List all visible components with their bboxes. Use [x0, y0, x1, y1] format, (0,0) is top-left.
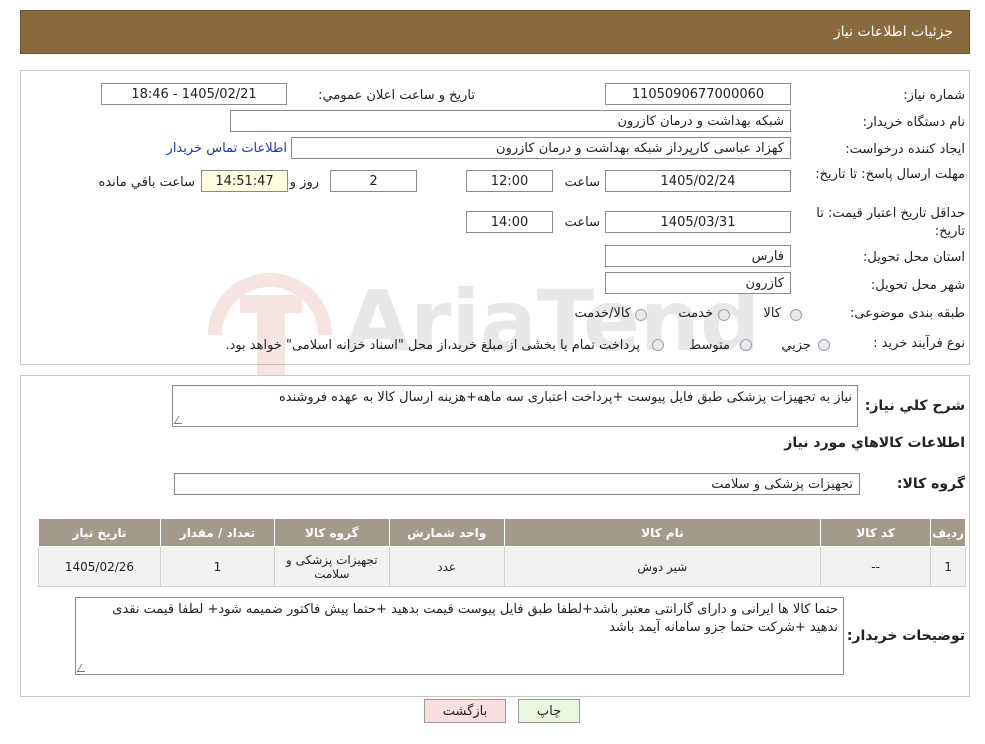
cell-code: --	[820, 546, 932, 587]
col-group: گروه کالا	[273, 518, 390, 547]
announce-label: تاریخ و ساعت اعلان عمومي:	[318, 88, 475, 103]
resize-handle-icon[interactable]	[173, 416, 187, 424]
col-code: کد کالا	[820, 518, 932, 547]
category-radio-service[interactable]	[718, 309, 730, 321]
watermark-bar-top	[240, 295, 302, 313]
buyer-notes-label: توضیحات خریدار:	[846, 628, 965, 644]
validity-time-field: 14:00	[466, 211, 553, 233]
category-radio-goods[interactable]	[790, 309, 802, 321]
category-radio-goods-service[interactable]	[635, 309, 647, 321]
items-table: ردیف کد کالا نام کالا واحد شمارش گروه کا…	[38, 518, 966, 587]
buyer-org-field: شبکه بهداشت و درمان کازرون	[230, 110, 791, 132]
announce-field: 1405/02/21 - 18:46	[101, 83, 287, 105]
summary-label: شرح کلي نیاز:	[864, 398, 965, 414]
back-button[interactable]: بازگشت	[424, 699, 506, 723]
creator-label: ایجاد کننده درخواست:	[845, 142, 965, 157]
deadline-time-field: 12:00	[466, 170, 553, 192]
process-label: نوع فرآیند خرید :	[873, 336, 965, 351]
cell-unit: عدد	[388, 546, 505, 587]
col-name: نام کالا	[503, 518, 822, 547]
buyer-notes-text: حتما کالا ها ایرانی و دارای گارانتی معتب…	[112, 602, 838, 635]
validity-label: حداقل تاریخ اعتبار قیمت: تا تاریخ:	[816, 206, 965, 239]
page-title: جزئیات اطلاعات نیاز	[833, 24, 953, 40]
items-table-wrapper: ردیف کد کالا نام کالا واحد شمارش گروه کا…	[38, 518, 966, 587]
buyer-org-label: نام دستگاه خریدار:	[862, 115, 965, 130]
category-label: طبقه بندی موضوعی:	[849, 306, 965, 321]
buyer-notes-textarea[interactable]: حتما کالا ها ایرانی و دارای گارانتی معتب…	[75, 597, 844, 675]
province-field: فارس	[605, 245, 791, 267]
process-option-minor: جزیي	[781, 338, 811, 353]
process-radio-treasury[interactable]	[652, 339, 664, 351]
days-label: روز و	[289, 175, 319, 190]
col-unit: واحد شمارش	[388, 518, 505, 547]
days-field: 2	[330, 170, 417, 192]
col-date: تاریخ نیاز	[38, 518, 161, 547]
summary-text: نیاز به تجهیزات پزشکی طبق فایل پیوست +پر…	[278, 390, 852, 405]
table-row: 1 -- شیر دوش عدد تجهیزات پزشکی و سلامت 1…	[38, 546, 966, 587]
process-radio-minor[interactable]	[818, 339, 830, 351]
goods-group-field: تجهیزات پزشکی و سلامت	[174, 473, 860, 495]
remaining-label: ساعت باقي مانده	[98, 175, 195, 190]
city-label: شهر محل تحویل:	[870, 278, 965, 293]
process-option-medium: متوسط	[689, 338, 730, 353]
creator-field: کهزاد عباسی کارپرداز شبکه بهداشت و درمان…	[291, 137, 791, 159]
col-row: ردیف	[930, 518, 966, 547]
need-number-label: شماره نیاز:	[903, 88, 965, 103]
validity-time-label: ساعت	[564, 215, 600, 230]
process-note: پرداخت تمام یا بخشی از مبلغ خرید،از محل …	[225, 338, 640, 353]
goods-info-title: اطلاعات کالاهاي مورد نیاز	[784, 435, 965, 451]
process-radio-medium[interactable]	[740, 339, 752, 351]
province-label: استان محل تحویل:	[863, 250, 965, 265]
cell-name: شیر دوش	[503, 546, 822, 587]
deadline-date-field: 1405/02/24	[605, 170, 791, 192]
category-option-goods-service: کالا/خدمت	[574, 306, 631, 321]
cell-qty: 1	[159, 546, 275, 587]
print-button[interactable]: چاپ	[518, 699, 580, 723]
goods-group-label: گروه کالا:	[896, 476, 965, 492]
table-header-row: ردیف کد کالا نام کالا واحد شمارش گروه کا…	[38, 518, 966, 547]
deadline-label: مهلت ارسال پاسخ: تا تاریخ:	[815, 167, 965, 182]
category-option-service: خدمت	[678, 306, 713, 321]
resize-handle-icon[interactable]	[76, 664, 90, 672]
cell-group: تجهیزات پزشکی و سلامت	[273, 546, 390, 587]
deadline-time-label: ساعت	[564, 175, 600, 190]
need-number-field: 1105090677000060	[605, 83, 791, 105]
city-field: کازرون	[605, 272, 791, 294]
validity-date-field: 1405/03/31	[605, 211, 791, 233]
col-qty: تعداد / مقدار	[159, 518, 275, 547]
cell-date: 1405/02/26	[38, 546, 161, 587]
page-header: جزئیات اطلاعات نیاز	[20, 10, 970, 54]
summary-textarea[interactable]: نیاز به تجهیزات پزشکی طبق فایل پیوست +پر…	[172, 385, 858, 427]
remaining-time-field: 14:51:47	[201, 170, 288, 192]
category-option-goods: کالا	[763, 306, 781, 321]
cell-row: 1	[930, 546, 966, 587]
buyer-contact-link[interactable]: اطلاعات تماس خریدار	[167, 141, 287, 156]
